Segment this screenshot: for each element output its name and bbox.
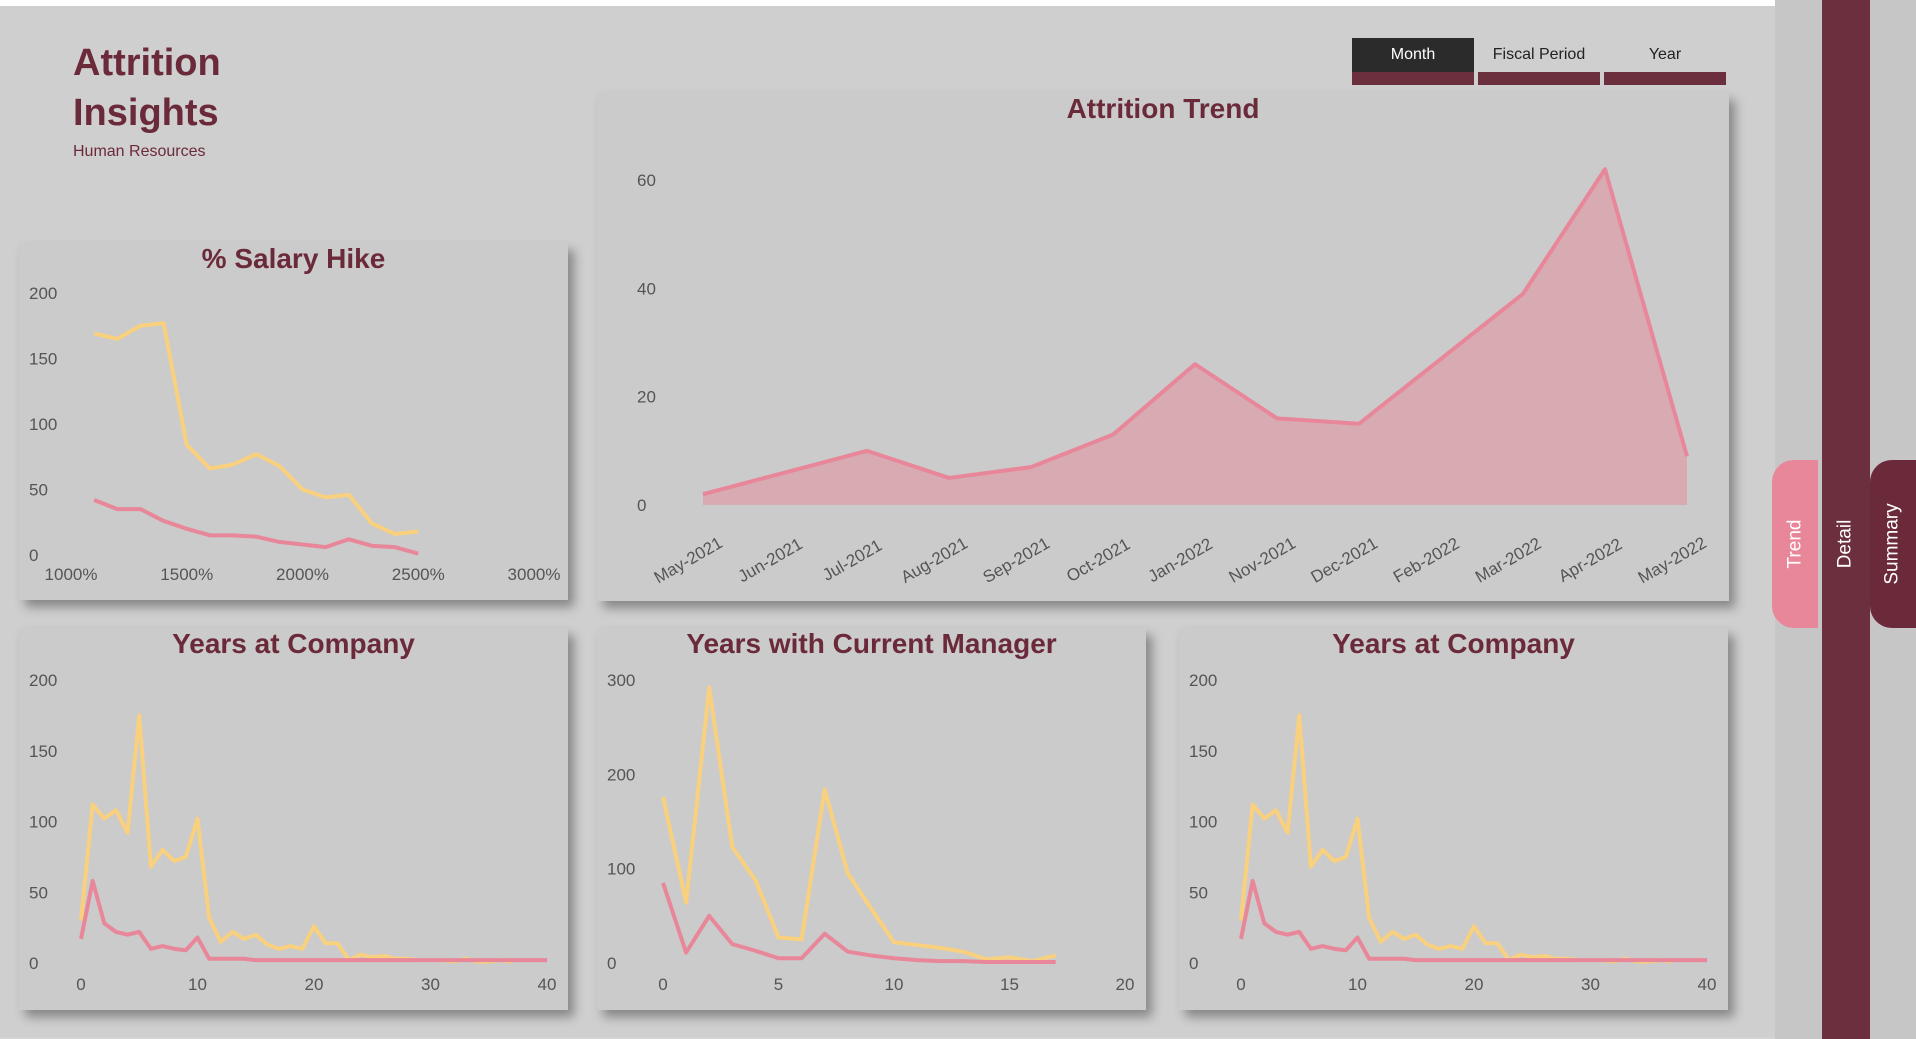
slicer-option-year[interactable]: Year — [1604, 38, 1726, 86]
slicer-option-bar — [1478, 72, 1600, 85]
x-tick-label: Nov-2021 — [1226, 534, 1299, 587]
x-tick-label: Apr-2022 — [1555, 535, 1625, 586]
y-tick-label: 0 — [29, 954, 38, 973]
slicer-option-label: Month — [1352, 38, 1474, 72]
years-at-company-card: Years at Company 0 50 100 150 200 0 10 20 30 40 — [1179, 628, 1728, 1010]
salary-hike-card: % Salary Hike 0 50 100 150 200 1000% 1500% 2000… — [19, 243, 568, 600]
tab-trend-label: Trend — [1784, 519, 1805, 569]
x-tick-label: 2000% — [276, 565, 329, 584]
x-tick-label: 0 — [76, 975, 85, 994]
slicer-option-bar — [1604, 72, 1726, 85]
x-tick-label: Mar-2022 — [1472, 534, 1545, 587]
series-line — [79, 878, 547, 963]
years-at-company-chart[interactable]: 0 50 100 150 200 0 10 20 30 40 — [19, 628, 568, 1010]
y-tick-label: 200 — [1189, 671, 1217, 690]
x-tick-label: May-2022 — [1635, 533, 1710, 587]
x-tick-label: 40 — [538, 975, 557, 994]
y-tick-label: 100 — [607, 860, 635, 879]
y-tick-label: 0 — [637, 496, 646, 515]
y-tick-label: 20 — [637, 388, 656, 407]
x-tick-label: Feb-2022 — [1390, 534, 1463, 587]
y-tick-label: 40 — [637, 279, 656, 298]
series-line — [661, 685, 1057, 964]
years-at-company-card: Years at Company 0 50 100 150 200 0 10 20 30 40 — [19, 628, 568, 1010]
series-line — [661, 882, 1056, 965]
x-tick-label: May-2021 — [651, 533, 726, 587]
tab-summary-label: Summary — [1882, 503, 1904, 585]
report-subtitle: Human Resources — [73, 143, 206, 160]
x-tick-label: Jun-2021 — [735, 534, 806, 586]
x-tick-label: 0 — [658, 975, 667, 994]
x-tick-label: 20 — [1465, 975, 1484, 994]
x-tick-label: 20 — [1116, 975, 1135, 994]
series-line — [79, 713, 513, 964]
y-tick-label: 200 — [607, 765, 635, 784]
x-tick-label: 40 — [1698, 975, 1717, 994]
y-tick-label: 100 — [29, 813, 57, 832]
y-tick-label: 50 — [29, 883, 48, 902]
y-tick-label: 0 — [29, 546, 38, 565]
slicer-option-label: Year — [1648, 46, 1682, 63]
series-line — [1239, 878, 1707, 963]
x-tick-label: 1000% — [45, 565, 98, 584]
attrition-trend-card: Attrition Trend 0 20 40 60 May-2021 Jun-2021 J… — [597, 93, 1729, 601]
slicer-option-label: Fiscal Period — [1492, 46, 1586, 63]
slicer-option-fiscal-period[interactable]: Fiscal Period — [1478, 38, 1600, 86]
x-tick-label: 10 — [885, 975, 904, 994]
tab-trend[interactable]: Trend — [1772, 460, 1818, 628]
y-tick-label: 0 — [607, 954, 616, 973]
x-tick-label: Oct-2021 — [1063, 535, 1133, 586]
x-tick-label: 20 — [305, 975, 324, 994]
salary-hike-chart[interactable]: 0 50 100 150 200 1000% 1500% 2000% 2500% 3000% — [19, 243, 568, 600]
years-with-current-manager-chart[interactable]: 0 100 200 300 0 5 10 15 20 — [597, 628, 1146, 1010]
x-tick-label: Dec-2021 — [1308, 534, 1381, 587]
y-tick-label: 150 — [29, 742, 57, 761]
y-tick-label: 100 — [1189, 813, 1217, 832]
y-tick-label: 50 — [29, 481, 48, 500]
y-tick-label: 200 — [29, 671, 57, 690]
tab-summary[interactable]: Summary — [1870, 460, 1916, 628]
x-tick-label: Sep-2021 — [980, 534, 1053, 587]
x-tick-label: 30 — [421, 975, 440, 994]
y-tick-label: 50 — [1189, 883, 1208, 902]
series-line — [93, 321, 419, 537]
x-tick-label: 10 — [1348, 975, 1367, 994]
y-tick-label: 100 — [29, 415, 57, 434]
x-tick-label: 0 — [1236, 975, 1245, 994]
years-at-company-chart[interactable]: 0 50 100 150 200 0 10 20 30 40 — [1179, 628, 1728, 1010]
x-tick-label: 10 — [188, 975, 207, 994]
x-tick-label: 15 — [1000, 975, 1019, 994]
x-tick-label: Jan-2022 — [1145, 534, 1216, 586]
y-tick-label: 60 — [637, 171, 656, 190]
slicer-option-bar — [1352, 72, 1474, 85]
x-tick-label: 30 — [1581, 975, 1600, 994]
attrition-trend-chart[interactable]: 0 20 40 60 May-2021 Jun-2021 Jul-2021 Aug-2021 S… — [597, 93, 1729, 601]
x-tick-label: 1500% — [160, 565, 213, 584]
series-line — [1239, 713, 1673, 964]
report-title: Attrition Insights — [73, 42, 221, 134]
slicer-option-month[interactable]: Month — [1352, 38, 1474, 86]
x-tick-label: 3000% — [508, 565, 561, 584]
y-tick-label: 300 — [607, 671, 635, 690]
x-tick-label: 2500% — [392, 565, 445, 584]
x-tick-label: Jul-2021 — [819, 536, 885, 585]
y-tick-label: 150 — [1189, 742, 1217, 761]
y-tick-label: 0 — [1189, 954, 1198, 973]
years-with-current-manager-card: Years with Current Manager 0 100 200 300 0 5 1… — [597, 628, 1146, 1010]
x-tick-label: Aug-2021 — [898, 534, 971, 587]
x-tick-label: 5 — [774, 975, 783, 994]
series-line — [93, 498, 419, 556]
y-tick-label: 150 — [29, 350, 57, 369]
y-tick-label: 200 — [29, 284, 57, 303]
tab-detail-label: Detail — [1834, 519, 1856, 569]
tab-detail[interactable]: Detail — [1822, 460, 1868, 628]
